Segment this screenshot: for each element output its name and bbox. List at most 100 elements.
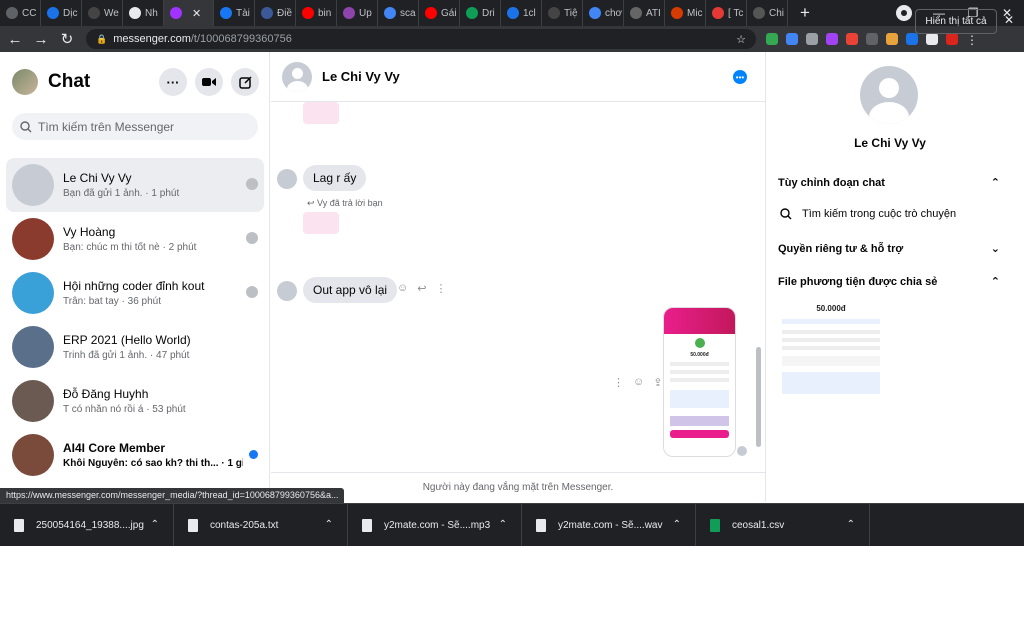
menu-dots-icon[interactable]: ⋮ (966, 33, 978, 47)
customize-chat-section[interactable]: Tùy chỉnh đoạn chat ⌃ (778, 176, 1000, 190)
browser-tab[interactable]: Dri (460, 0, 501, 26)
chat-scrollbar[interactable] (753, 102, 763, 462)
browser-toolbar: ← → ↻ 🔒 messenger.com /t/100068799360756… (0, 26, 1024, 52)
message-bubble[interactable]: Out app vô lại (303, 277, 398, 303)
search-in-conversation[interactable]: Tìm kiếm trong cuộc trò chuyện (780, 208, 956, 220)
chevron-down-icon: ⌄ (990, 243, 1000, 255)
browser-tab[interactable]: Tài (214, 0, 255, 26)
chevron-up-icon[interactable]: ⌃ (673, 519, 681, 530)
tab-favicon-icon (425, 7, 437, 19)
url-path: /t/100068799360756 (190, 33, 292, 45)
browser-tab[interactable]: chơ (583, 0, 624, 26)
browser-tab[interactable]: CC (0, 0, 41, 26)
shared-media-section[interactable]: File phương tiện được chia sẻ ⌃ (778, 275, 1000, 289)
contact-name[interactable]: Le Chi Vy Vy (322, 69, 400, 84)
address-bar[interactable]: 🔒 messenger.com /t/100068799360756 ☆ (86, 29, 756, 49)
extension-icon[interactable] (906, 33, 918, 45)
new-tab-icon[interactable]: + (794, 2, 816, 24)
privacy-support-section[interactable]: Quyền riêng tư & hỗ trợ ⌄ (778, 242, 1000, 256)
conversation-item[interactable]: Le Chi Vy Vy Bạn đã gửi 1 ảnh. · 1 phút (6, 158, 264, 212)
video-call-button[interactable] (195, 68, 223, 96)
chevron-up-icon[interactable]: ⌃ (151, 519, 159, 530)
bookmark-star-icon[interactable]: ☆ (736, 33, 746, 46)
extension-icon[interactable] (806, 33, 818, 45)
browser-tab[interactable]: Điề (255, 0, 296, 26)
browser-tab[interactable]: Dịc (41, 0, 82, 26)
chevron-up-icon[interactable]: ⌃ (499, 519, 507, 530)
extension-icon[interactable] (766, 33, 778, 45)
section-label: Quyền riêng tư & hỗ trợ (778, 242, 904, 255)
conversation-avatar (12, 326, 54, 368)
puzzle-icon[interactable] (926, 33, 938, 45)
download-item[interactable]: contas-205a.txt ⌃ (174, 503, 348, 547)
download-item[interactable]: y2mate.com - Sẽ....wav ⌃ (522, 503, 696, 547)
extension-icon[interactable] (846, 33, 858, 45)
contact-avatar[interactable] (282, 61, 312, 92)
browser-tab[interactable]: We (82, 0, 123, 26)
more-options-button[interactable]: ··· (159, 68, 187, 96)
image-message-actions: ⋮ ☺ ⇪ (613, 376, 662, 389)
browser-tab[interactable]: Mic (665, 0, 706, 26)
browser-tab[interactable]: [ Tc (706, 0, 747, 26)
tab-favicon-icon (261, 7, 273, 19)
browser-tab[interactable]: ✕ (164, 0, 214, 26)
chrome-profile-icon[interactable] (896, 5, 912, 21)
extension-icon[interactable] (826, 33, 838, 45)
browser-tab[interactable]: Gái (419, 0, 460, 26)
reply-icon[interactable]: ↩ (417, 282, 426, 295)
tab-favicon-icon (302, 7, 314, 19)
back-icon[interactable]: ← (4, 28, 26, 50)
browser-tab[interactable]: bin (296, 0, 337, 26)
conversation-item[interactable]: Vy Hoàng Bạn: chúc m thi tốt nè · 2 phút (6, 212, 264, 266)
emoji-reaction-icon[interactable]: ☺ (633, 376, 644, 389)
flag-icon[interactable] (946, 33, 958, 45)
reload-icon[interactable]: ↻ (56, 28, 78, 50)
chevron-up-icon[interactable]: ⌃ (847, 519, 855, 530)
more-actions-icon[interactable]: ⋮ (613, 376, 624, 389)
tab-label: sca (400, 7, 416, 19)
message-bubble[interactable]: Lag r ấy (303, 165, 367, 191)
browser-tab[interactable]: 1cl (501, 0, 542, 26)
extension-icon[interactable] (886, 33, 898, 45)
tab-favicon-icon (548, 7, 560, 19)
download-item[interactable]: y2mate.com - Sẽ....mp3 ⌃ (348, 503, 522, 547)
download-item[interactable]: ceosal1.csv ⌃ (696, 503, 870, 547)
browser-tab[interactable]: Chi (747, 0, 788, 26)
search-input[interactable]: Tìm kiếm trên Messenger (12, 113, 258, 140)
tab-close-icon[interactable]: ✕ (192, 7, 201, 20)
chat-info-pane: Le Chi Vy Vy Tùy chỉnh đoạn chat ⌃ Tìm k… (765, 52, 1013, 502)
browser-tab[interactable]: Up (337, 0, 378, 26)
conversation-name: Hội những coder đỉnh kout (63, 279, 205, 293)
show-all-downloads-button[interactable]: Hiển thị tất cả (915, 9, 997, 34)
info-icon[interactable]: ••• (733, 70, 747, 84)
browser-tab[interactable]: Tiệ (542, 0, 583, 26)
conversation-item[interactable]: Đỗ Đăng Huyhh T có nhắn nó rồi á · 53 phú… (6, 374, 264, 428)
extension-icon[interactable] (866, 33, 878, 45)
browser-tab[interactable]: sca (378, 0, 419, 26)
tab-label: Up (359, 7, 372, 19)
shared-media-thumbnail[interactable]: 50.000đ (778, 302, 884, 417)
browser-tab[interactable]: Nh (123, 0, 164, 26)
shared-image-thumbnail[interactable] (303, 102, 339, 124)
conversation-item[interactable]: ERP 2021 (Hello World) Trinh đã gửi 1 ảnh… (6, 320, 264, 374)
contact-large-avatar[interactable] (860, 66, 918, 124)
conversation-list: Le Chi Vy Vy Bạn đã gửi 1 ảnh. · 1 phút Vy… (6, 158, 264, 482)
conversation-item[interactable]: AI4I Core Member Khôi Nguyên: có sao kh? … (6, 428, 264, 482)
search-icon (20, 120, 32, 132)
extension-icon[interactable] (786, 33, 798, 45)
sent-image[interactable]: 50.000đ (663, 307, 736, 457)
conversation-avatar (12, 272, 54, 314)
chevron-up-icon[interactable]: ⌃ (325, 519, 333, 530)
forward-icon[interactable]: → (30, 28, 52, 50)
more-actions-icon[interactable]: ⋮ (435, 282, 446, 295)
browser-tab[interactable]: ATI (624, 0, 665, 26)
close-downloads-icon[interactable]: ✕ (1004, 13, 1014, 27)
forward-icon[interactable]: ⇪ (653, 376, 662, 389)
new-message-button[interactable] (231, 68, 259, 96)
download-item[interactable]: 250054164_19388....jpg ⌃ (0, 503, 174, 547)
emoji-reaction-icon[interactable]: ☺ (397, 282, 408, 295)
conversation-snippet: T có nhắn nó rồi á · 53 phút (63, 404, 186, 415)
conversation-item[interactable]: Hội những coder đỉnh kout Trân: bat tay ·… (6, 266, 264, 320)
my-avatar[interactable] (12, 69, 38, 95)
replied-image-thumbnail[interactable] (303, 212, 339, 234)
